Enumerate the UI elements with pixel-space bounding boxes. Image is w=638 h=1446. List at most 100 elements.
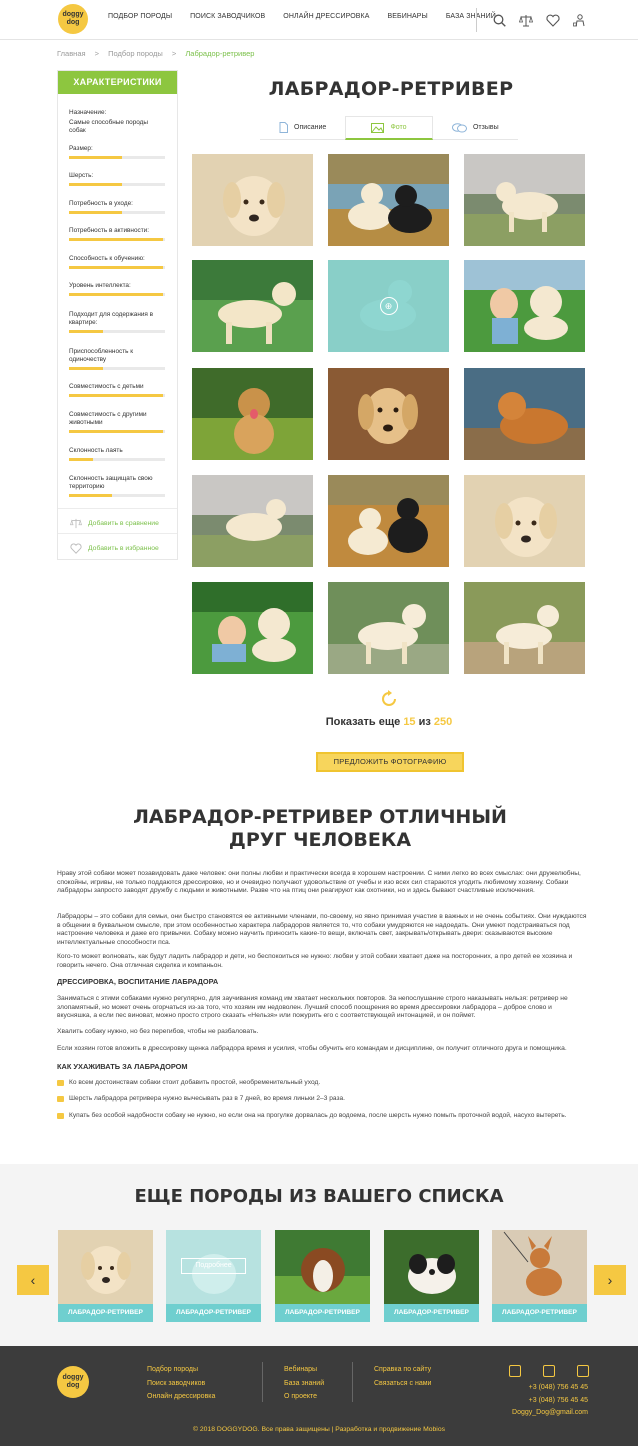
refresh-icon: [382, 690, 396, 706]
heart-icon[interactable]: [546, 14, 560, 27]
breed-card[interactable]: ЛАБРАДОР-РЕТРИВЕР: [58, 1230, 153, 1322]
user-dog-icon[interactable]: [573, 13, 586, 27]
list-item-text: Купать без особой надобности собаку не н…: [69, 1112, 567, 1119]
purpose-value: Самые способные породы собак: [69, 119, 149, 134]
characteristic-bar: [69, 330, 165, 333]
load-more-of: из: [418, 716, 431, 728]
gallery-photo[interactable]: [464, 368, 585, 460]
gallery-photo[interactable]: [192, 582, 313, 674]
add-to-compare-label: Добавить в сравнение: [88, 520, 159, 527]
phone-number[interactable]: +3 (048) 756 45 45: [480, 1382, 588, 1395]
characteristic-label: Склонность защищать свою территорию: [69, 475, 153, 490]
article-paragraph: Нраву этой собаки может позавидовать даж…: [57, 870, 581, 895]
characteristic-bar: [69, 293, 165, 296]
gallery-photo[interactable]: [192, 260, 313, 352]
breed-tabs: Описание Фото Отзывы: [260, 116, 518, 140]
photo-zoom-overlay[interactable]: ⊕: [328, 260, 449, 352]
tab-description[interactable]: Описание: [260, 116, 346, 140]
breed-card-hover[interactable]: Подробнее ЛАБРАДОР-РЕТРИВЕР: [166, 1230, 261, 1322]
suggest-photo-button[interactable]: Предложить фотографию: [316, 752, 464, 772]
characteristic-bar: [69, 238, 165, 241]
instagram-icon[interactable]: [577, 1365, 589, 1377]
gallery-photo[interactable]: [328, 368, 449, 460]
gallery-photo[interactable]: [192, 368, 313, 460]
footer-link[interactable]: Онлайн дрессировка: [147, 1390, 215, 1404]
characteristic-bar: [69, 156, 165, 159]
characteristics-panel: ХАРАКТЕРИСТИКИ Назначение: Самые способн…: [57, 70, 178, 560]
menu-icon[interactable]: [509, 1365, 521, 1377]
article-paragraph: Хвалить собаку нужно, но без перегибов, …: [57, 1028, 259, 1035]
purpose-label: Назначение:: [69, 109, 107, 116]
breadcrumb-home[interactable]: Главная: [57, 49, 86, 58]
footer-divider: [262, 1362, 263, 1402]
nav-webinars[interactable]: Вебинары: [388, 13, 428, 20]
breadcrumb-breed-selection[interactable]: Подбор породы: [108, 49, 163, 58]
characteristic-label: Совместимость с детьми: [69, 383, 144, 390]
load-more-button[interactable]: [260, 689, 518, 714]
characteristic-label: Потребность в активности:: [69, 227, 149, 234]
footer-link[interactable]: База знаний: [284, 1377, 324, 1391]
page: { "header": { "logo_top": "doggy", "logo…: [0, 0, 638, 1446]
header-icons: [476, 8, 586, 32]
logo-text-bottom: dog: [66, 19, 80, 26]
characteristic-bar: [69, 430, 165, 433]
nav-online-training[interactable]: Онлайн дрессировка: [283, 13, 369, 20]
image-icon: [371, 122, 385, 133]
footer-link[interactable]: Поиск заводчиков: [147, 1377, 215, 1391]
tab-photo[interactable]: Фото: [345, 116, 433, 140]
characteristic-label: Совместимость с другими животными: [69, 411, 147, 426]
gallery-photo[interactable]: [464, 154, 585, 246]
article-title-line2: ДРУГ ЧЕЛОВЕКА: [228, 829, 412, 851]
scales-icon[interactable]: [519, 14, 533, 27]
list-item-text: Шерсть лабрадора ретривера нужно вычесыв…: [69, 1095, 345, 1102]
breed-card-label: ЛАБРАДОР-РЕТРИВЕР: [166, 1304, 261, 1322]
section-heading-training: ДРЕССИРОВКА, ВОСПИТАНИЕ ЛАБРАДОРА: [57, 977, 219, 986]
search-icon[interactable]: [493, 14, 506, 27]
breed-card[interactable]: ЛАБРАДОР-РЕТРИВЕР: [384, 1230, 479, 1322]
nav-breed-selection[interactable]: Подбор породы: [108, 13, 172, 20]
copyright: © 2018 DOGGYDOG. Все права защищены | Ра…: [193, 1426, 445, 1433]
load-more-text[interactable]: Показать еще 15 из 250: [260, 716, 518, 728]
breed-card-label: ЛАБРАДОР-РЕТРИВЕР: [275, 1304, 370, 1322]
gallery-photo[interactable]: [328, 475, 449, 567]
email-link[interactable]: Doggy_Dog@gmail.com: [480, 1407, 588, 1420]
gallery-photo[interactable]: [192, 475, 313, 567]
gallery-photo[interactable]: [328, 582, 449, 674]
characteristic-label: Подходит для содержания в квартире:: [69, 311, 154, 326]
characteristic-bar: [69, 458, 165, 461]
facebook-icon[interactable]: [543, 1365, 555, 1377]
carousel-next-button[interactable]: ›: [594, 1265, 626, 1295]
footer-link[interactable]: Связаться с нами: [374, 1377, 431, 1391]
carousel-prev-button[interactable]: ‹: [17, 1265, 49, 1295]
footer-link[interactable]: Вебинары: [284, 1363, 324, 1377]
nav-breeders[interactable]: Поиск заводчиков: [190, 13, 265, 20]
gallery-photo[interactable]: [464, 260, 585, 352]
footer-link[interactable]: Справка по сайту: [374, 1363, 431, 1377]
gallery-photo[interactable]: [464, 582, 585, 674]
list-item-text: Ко всем достоинствам собаки стоит добави…: [69, 1079, 321, 1086]
article-paragraph: Кого-то может волновать, как будут ладит…: [57, 953, 573, 969]
gallery-photo[interactable]: [328, 154, 449, 246]
gallery-photo[interactable]: [464, 475, 585, 567]
characteristic-label: Размер:: [69, 145, 93, 152]
details-button[interactable]: Подробнее: [181, 1258, 246, 1274]
document-icon: [279, 122, 289, 133]
footer-link[interactable]: О проекте: [284, 1390, 324, 1404]
footer-logo[interactable]: doggy dog: [57, 1366, 89, 1398]
add-to-compare-button[interactable]: Добавить в сравнение: [70, 518, 159, 529]
phone-number[interactable]: +3 (048) 756 45 45: [480, 1395, 588, 1408]
add-to-favorites-button[interactable]: Добавить в избранное: [70, 543, 159, 554]
tab-reviews-label: Отзывы: [472, 124, 499, 131]
gallery-photo[interactable]: [192, 154, 313, 246]
site-logo[interactable]: doggy dog: [58, 4, 88, 34]
characteristic-label: Склонность лаять: [69, 447, 123, 454]
breed-card-label: ЛАБРАДОР-РЕТРИВЕР: [384, 1304, 479, 1322]
tab-reviews[interactable]: Отзывы: [432, 116, 518, 140]
footer-link[interactable]: Подбор породы: [147, 1363, 215, 1377]
breed-card[interactable]: ЛАБРАДОР-РЕТРИВЕР: [492, 1230, 587, 1322]
zoom-icon: ⊕: [379, 297, 398, 315]
main-nav: Подбор породы Поиск заводчиков Онлайн др…: [108, 13, 514, 20]
breed-card[interactable]: ЛАБРАДОР-РЕТРИВЕР: [275, 1230, 370, 1322]
gallery-photo-hover[interactable]: ⊕: [328, 260, 449, 352]
list-item: Ко всем достоинствам собаки стоит добави…: [57, 1079, 587, 1088]
